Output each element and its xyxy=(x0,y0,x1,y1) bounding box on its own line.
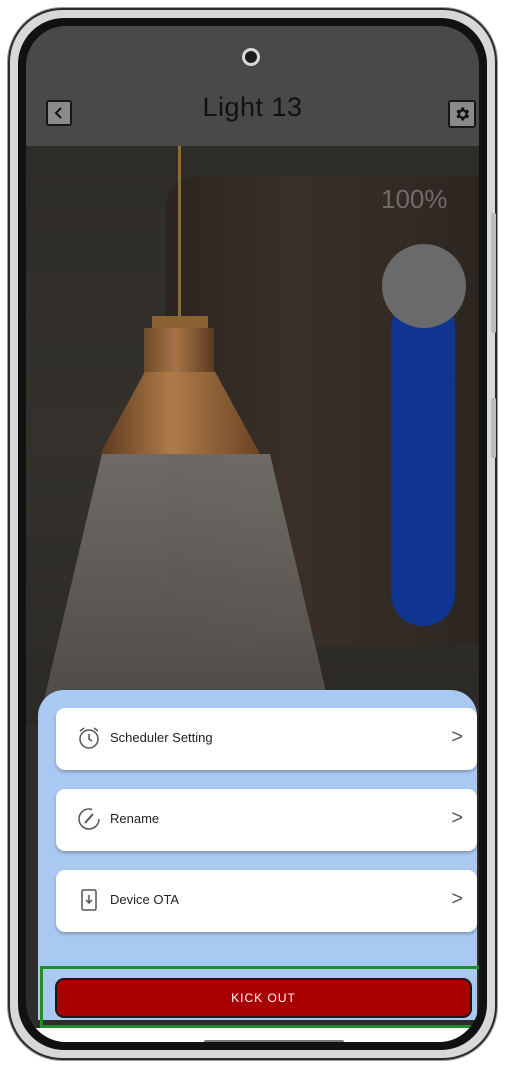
menu-item-label: Scheduler Setting xyxy=(110,730,213,745)
volume-button xyxy=(491,213,496,333)
front-camera xyxy=(242,48,260,66)
screen: 100% Light 13 Scheduler Setting > Rename… xyxy=(26,26,479,1042)
menu-item-label: Rename xyxy=(110,811,160,826)
settings-button[interactable] xyxy=(448,100,476,128)
brightness-slider-track[interactable] xyxy=(391,296,455,626)
menu-item-label: Device OTA xyxy=(110,892,180,907)
alarm-clock-icon xyxy=(79,727,99,749)
lamp-cap xyxy=(152,316,208,328)
power-button xyxy=(491,398,496,458)
menu-item-rename[interactable]: Rename > xyxy=(56,789,477,851)
download-icon xyxy=(81,889,97,911)
chevron-right-icon: > xyxy=(451,726,463,748)
pencil-icon xyxy=(78,808,100,830)
lamp-neck xyxy=(144,328,214,372)
chevron-right-icon: > xyxy=(451,807,463,829)
app-header: Light 13 xyxy=(26,26,479,146)
gear-icon xyxy=(456,107,470,121)
brightness-percent: 100% xyxy=(381,184,448,214)
brightness-slider-knob[interactable] xyxy=(382,244,466,328)
menu-item-scheduler-setting[interactable]: Scheduler Setting > xyxy=(56,708,477,770)
lamp-scene-image: 100% xyxy=(26,146,479,726)
kick-out-button[interactable]: KICK OUT xyxy=(55,978,472,1018)
phone-bezel: 100% Light 13 Scheduler Setting > Rename… xyxy=(18,18,487,1050)
kick-out-highlight: KICK OUT xyxy=(40,966,479,1028)
chevron-right-icon: > xyxy=(451,888,463,910)
menu-item-device-ota[interactable]: Device OTA > xyxy=(56,870,477,932)
phone-frame: 100% Light 13 Scheduler Setting > Rename… xyxy=(8,8,497,1060)
page-title: Light 13 xyxy=(202,92,303,122)
lamp-cord xyxy=(178,146,181,316)
home-indicator[interactable] xyxy=(204,1040,344,1042)
